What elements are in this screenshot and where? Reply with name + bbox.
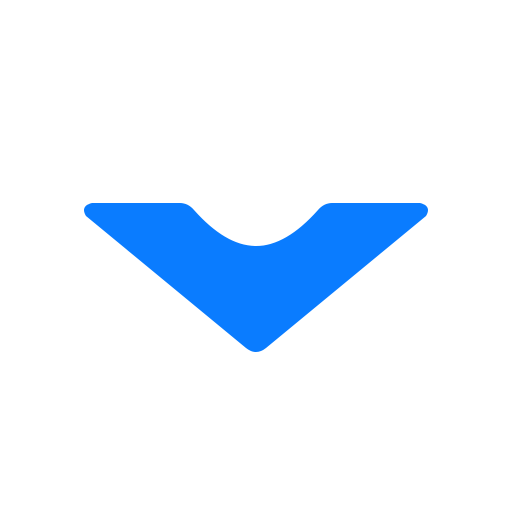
chevron-down-icon <box>0 0 512 512</box>
chevron-down-icon-svg <box>84 203 428 352</box>
icon-canvas <box>0 0 512 512</box>
chevron-down-shape <box>84 203 428 352</box>
